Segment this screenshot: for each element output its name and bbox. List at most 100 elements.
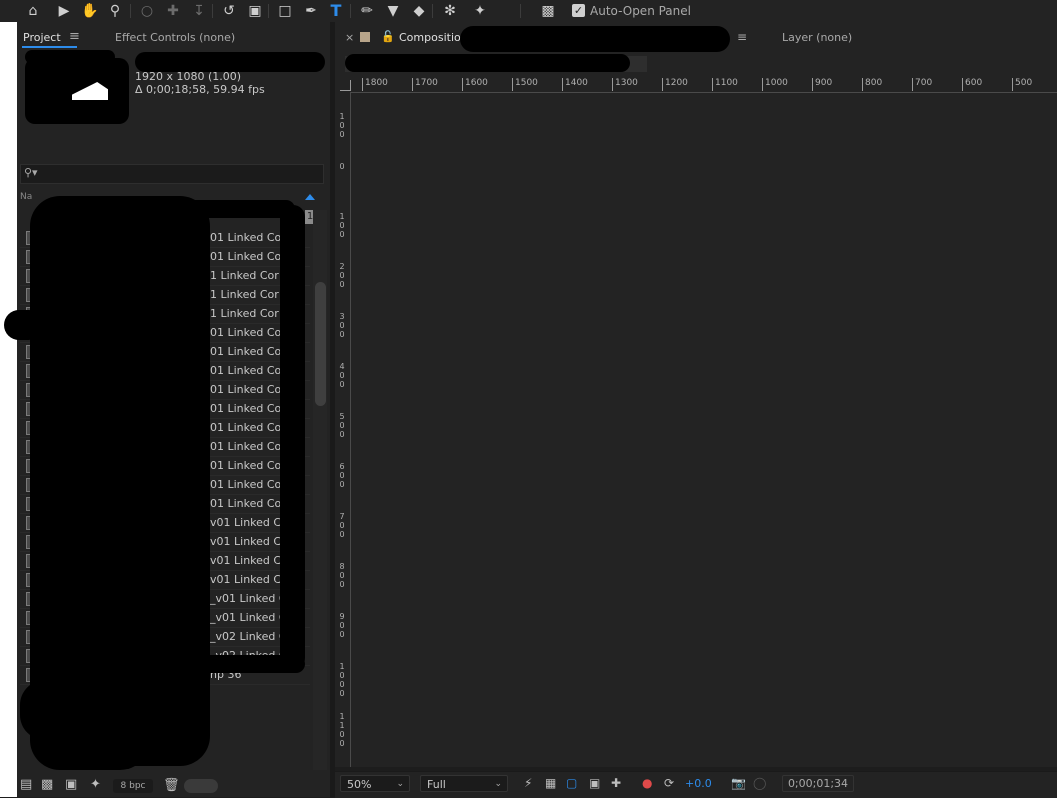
vertical-ruler-label: 800 (339, 562, 345, 589)
ruler-origin[interactable] (340, 80, 351, 91)
grid-guides-icon[interactable]: ✚ (611, 776, 621, 790)
chevron-down-icon: ⌄ (494, 779, 502, 789)
pan-camera-icon[interactable]: ✚ (163, 1, 183, 21)
resolution-value: Full (427, 778, 446, 791)
vertical-ruler-label: 100 (339, 212, 345, 239)
ruler-label: 700 (915, 78, 933, 88)
home-icon[interactable]: ⌂ (23, 1, 43, 21)
tools-toolbar (0, 0, 1057, 22)
redacted-area (4, 310, 44, 340)
tab-effect-controls[interactable]: Effect Controls (none) (115, 31, 235, 45)
ruler-tick (412, 78, 413, 91)
trash-icon[interactable]: 🗑 (163, 778, 180, 793)
interpret-footage-icon[interactable]: ▤ (20, 778, 32, 792)
snapshot-camera-icon[interactable]: 📷 (731, 776, 746, 790)
ruler-label: 1400 (565, 78, 588, 88)
composition-viewer[interactable] (351, 93, 1057, 767)
show-snapshot-icon[interactable]: ◯ (753, 776, 766, 790)
dolly-camera-icon[interactable]: ↧ (189, 1, 209, 21)
roto-brush-icon[interactable]: ✻ (440, 1, 460, 21)
file-name: 1 Linked Cor 6 (210, 288, 290, 301)
ruler-label: 500 (1015, 78, 1033, 88)
file-name: 1 Linked Cor 5 (210, 269, 290, 282)
project-bit-depth[interactable]: 8 bpc (113, 779, 153, 793)
project-search-input[interactable] (20, 164, 324, 184)
redacted-area (30, 710, 150, 770)
ruler-label: 1600 (465, 78, 488, 88)
type-tool-icon[interactable]: T (326, 1, 346, 21)
tab-layer[interactable]: Layer (none) (782, 31, 852, 44)
resolution-dropdown[interactable]: Full ⌄ (420, 775, 508, 792)
rectangle-tool-icon[interactable]: □ (275, 1, 295, 21)
hand-tool-icon[interactable]: ✋ (80, 1, 100, 21)
composition-label-swatch (360, 32, 370, 42)
window-left-edge (0, 22, 17, 797)
ruler-label: 1500 (515, 78, 538, 88)
redacted-comp-name (135, 52, 325, 72)
ruler-tick (762, 78, 763, 91)
project-footer-slider[interactable] (184, 779, 218, 793)
ruler-tick (362, 78, 363, 91)
new-folder-icon[interactable]: ▩ (41, 778, 53, 792)
ruler-tick (962, 78, 963, 91)
lock-icon[interactable]: 🔓 (381, 30, 395, 43)
redacted-comp-tab-name (460, 26, 730, 52)
ruler-tick (562, 78, 563, 91)
orbit-camera-icon[interactable]: ○ (137, 1, 157, 21)
vertical-ruler-label: 300 (339, 312, 345, 339)
current-time-display[interactable]: 0;00;01;34 (782, 775, 854, 792)
project-scrollbar-thumb[interactable] (315, 282, 326, 406)
ruler-tick (662, 78, 663, 91)
workspace-snap-icon[interactable]: ▩ (538, 1, 558, 21)
ruler-tick (862, 78, 863, 91)
vertical-ruler-label: 900 (339, 612, 345, 639)
fast-previews-icon[interactable]: ⚡ (524, 776, 532, 790)
zoom-tool-icon[interactable]: ⚲ (105, 1, 125, 21)
ruler-label: 1100 (715, 78, 738, 88)
project-panel-menu-icon[interactable]: ≡ (69, 30, 80, 44)
file-name: 1 Linked Cor 7 (210, 307, 290, 320)
new-composition-icon[interactable]: ▣ (65, 778, 77, 792)
ruler-tick (462, 78, 463, 91)
ruler-tick (712, 78, 713, 91)
eraser-tool-icon[interactable]: ◆ (409, 1, 429, 21)
ruler-label: 1200 (665, 78, 688, 88)
chevron-down-icon: ⌄ (396, 779, 404, 789)
ruler-tick (512, 78, 513, 91)
ruler-label: 1300 (615, 78, 638, 88)
ruler-label: 1700 (415, 78, 438, 88)
rotation-tool-icon[interactable]: ↺ (219, 1, 239, 21)
ruler-tick (1012, 78, 1013, 91)
selection-tool-icon[interactable]: ▶ (54, 1, 74, 21)
composition-panel-menu-icon[interactable]: ≡ (737, 30, 747, 44)
vertical-ruler-label: 400 (339, 362, 345, 389)
sort-arrow-icon[interactable] (305, 194, 315, 200)
reset-exposure-icon[interactable]: ⟳ (664, 776, 674, 790)
clone-stamp-icon[interactable]: ▼ (383, 1, 403, 21)
close-icon[interactable]: × (345, 31, 354, 44)
exposure-value[interactable]: +0.0 (685, 777, 712, 790)
adobe-dynamic-link-icon[interactable]: ✦ (90, 778, 101, 792)
magnification-value: 50% (347, 778, 372, 791)
ruler-tick (812, 78, 813, 91)
auto-open-checkbox[interactable]: ✓ (572, 4, 585, 17)
ruler-tick (912, 78, 913, 91)
region-of-interest-icon[interactable]: ▣ (589, 776, 600, 790)
channels-icon[interactable]: ● (642, 776, 652, 790)
composition-thumbnail (25, 58, 129, 124)
active-tab-indicator (22, 46, 77, 48)
puppet-tool-icon[interactable]: ✦ (470, 1, 490, 21)
transparency-grid-icon[interactable]: ▦ (545, 776, 556, 790)
pan-behind-tool-icon[interactable]: ▣ (245, 1, 265, 21)
tab-project[interactable]: Project (23, 31, 61, 45)
ruler-label: 1000 (765, 78, 788, 88)
redacted-area (60, 200, 295, 218)
horizontal-ruler[interactable] (335, 76, 1057, 93)
pen-tool-icon[interactable]: ✒ (301, 1, 321, 21)
magnification-dropdown[interactable]: 50% ⌄ (340, 775, 410, 792)
mask-visibility-icon[interactable]: ▢ (566, 776, 577, 790)
vertical-ruler-label: 500 (339, 412, 345, 439)
comp-duration: Δ 0;00;18;58, 59.94 fps (135, 83, 265, 96)
brush-tool-icon[interactable]: ✏ (357, 1, 377, 21)
tab-composition[interactable]: Composition (399, 31, 468, 44)
